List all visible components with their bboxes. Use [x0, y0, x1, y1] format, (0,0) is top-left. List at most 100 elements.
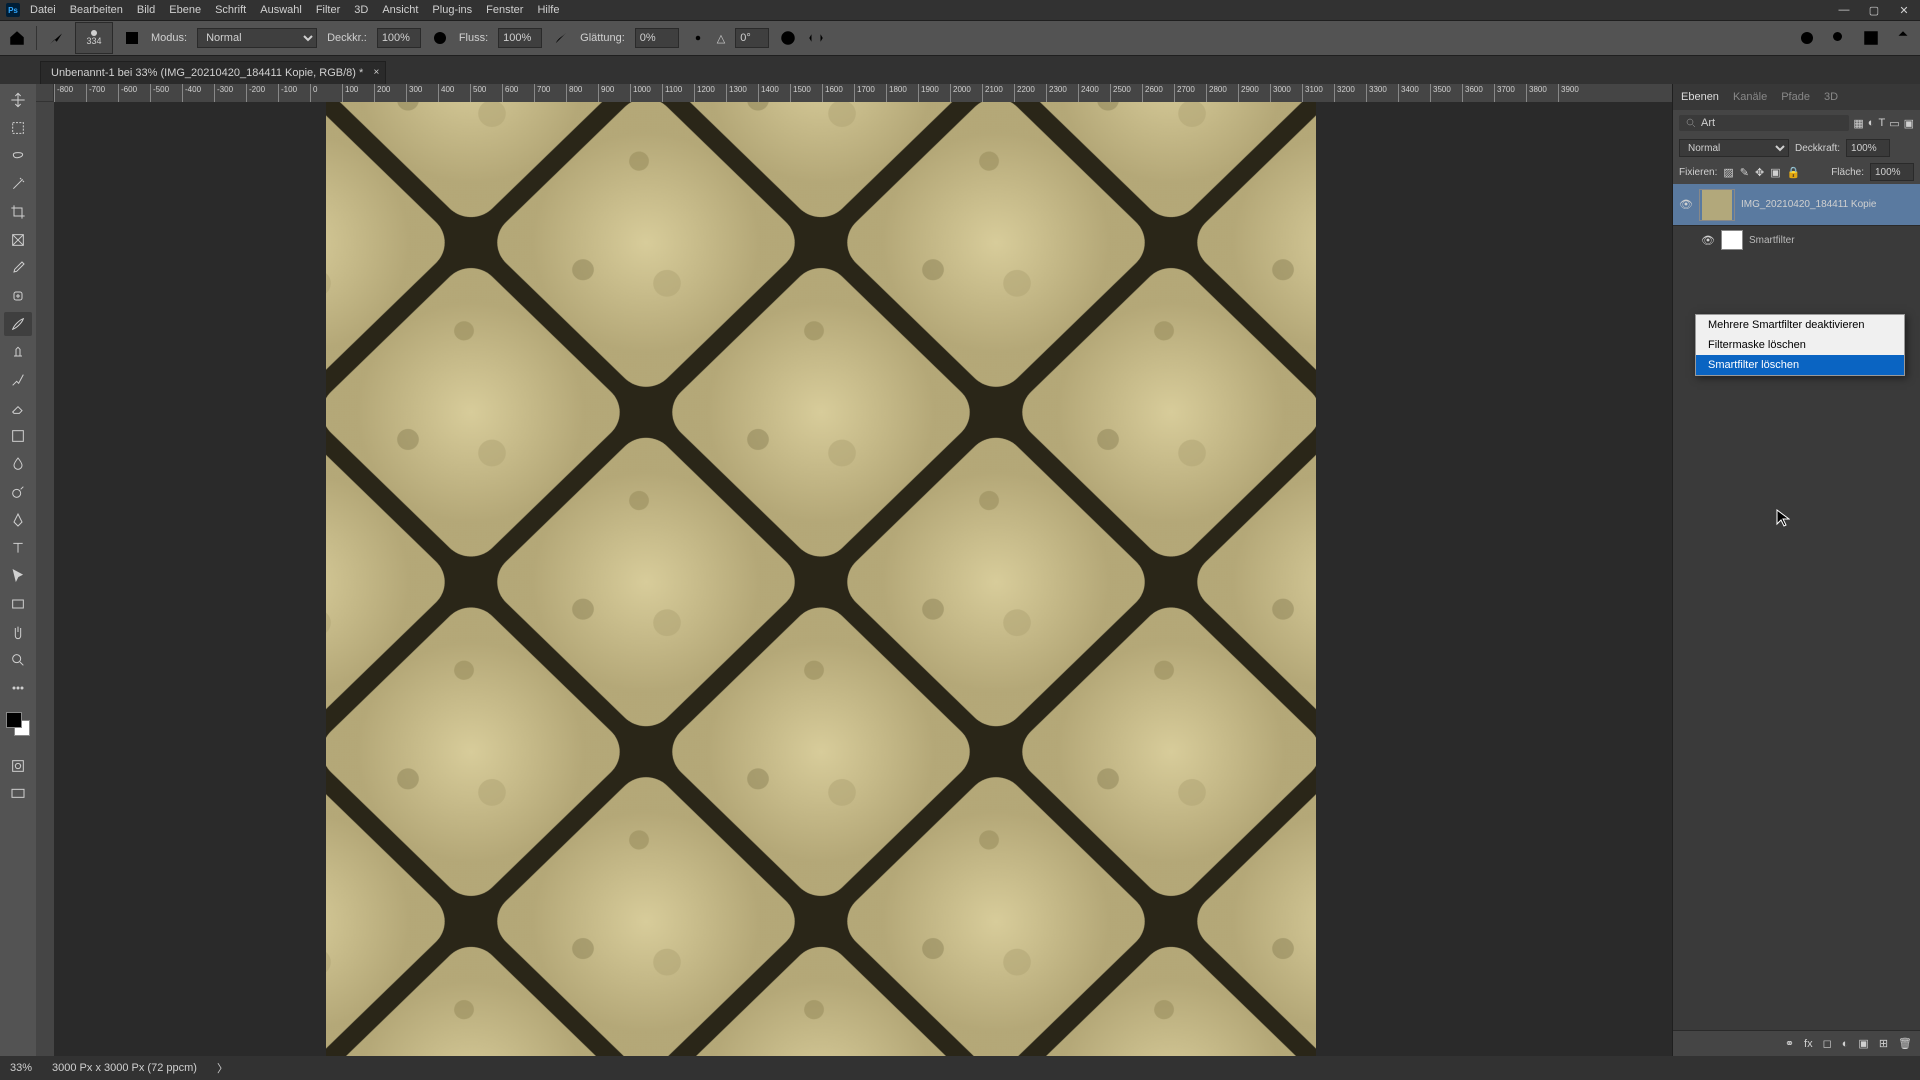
delete-layer-icon[interactable]: 🗑 — [1898, 1037, 1912, 1050]
brush-tool[interactable] — [4, 312, 32, 336]
layer-row[interactable]: 👁 IMG_20210420_184411 Kopie — [1673, 184, 1920, 226]
dodge-tool[interactable] — [4, 480, 32, 504]
filter-smart-icon[interactable]: ▣ — [1904, 117, 1914, 130]
layer-mask-icon[interactable]: ◻ — [1823, 1037, 1832, 1050]
foreground-color-swatch[interactable] — [6, 712, 22, 728]
filter-shape-icon[interactable]: ▭ — [1889, 117, 1899, 130]
blur-tool[interactable] — [4, 452, 32, 476]
adjustment-layer-icon[interactable]: ◐ — [1842, 1038, 1849, 1050]
document-tab[interactable]: Unbenannt-1 bei 33% (IMG_20210420_184411… — [40, 61, 386, 84]
ctx-delete-filtermask[interactable]: Filtermaske löschen — [1696, 335, 1904, 355]
link-layers-icon[interactable]: ⚭ — [1785, 1037, 1794, 1050]
ctx-disable-smartfilters[interactable]: Mehrere Smartfilter deaktivieren — [1696, 315, 1904, 335]
symmetry-icon[interactable] — [807, 29, 825, 47]
new-layer-icon[interactable]: ⊞ — [1879, 1037, 1888, 1050]
menu-auswahl[interactable]: Auswahl — [260, 4, 302, 16]
flow-input[interactable] — [498, 28, 542, 48]
filter-type-icon[interactable]: T — [1878, 117, 1885, 129]
smartfilter-row[interactable]: 👁 Smartfilter — [1673, 226, 1920, 254]
fill-input[interactable] — [1870, 163, 1914, 181]
frame-tool[interactable] — [4, 228, 32, 252]
smoothing-input[interactable] — [635, 28, 679, 48]
vertical-ruler[interactable] — [36, 102, 54, 1056]
cloud-docs-icon[interactable] — [1798, 29, 1816, 47]
minimize-button[interactable]: — — [1834, 4, 1854, 17]
menu-bild[interactable]: Bild — [137, 4, 155, 16]
filter-adjust-icon[interactable]: ◐ — [1868, 117, 1875, 129]
menu-bearbeiten[interactable]: Bearbeiten — [70, 4, 123, 16]
move-tool[interactable] — [4, 88, 32, 112]
layer-blend-mode[interactable]: Normal — [1679, 139, 1789, 157]
magic-wand-tool[interactable] — [4, 172, 32, 196]
crop-tool[interactable] — [4, 200, 32, 224]
marquee-tool[interactable] — [4, 116, 32, 140]
layer-thumbnail[interactable] — [1699, 189, 1735, 221]
hand-tool[interactable] — [4, 620, 32, 644]
menu-hilfe[interactable]: Hilfe — [537, 4, 559, 16]
layer-style-icon[interactable]: fx — [1804, 1038, 1813, 1050]
tab-3d[interactable]: 3D — [1824, 91, 1838, 103]
document-canvas[interactable] — [326, 102, 1316, 1056]
layer-name[interactable]: IMG_20210420_184411 Kopie — [1741, 199, 1876, 210]
tab-pfade[interactable]: Pfade — [1781, 91, 1810, 103]
horizontal-ruler[interactable]: -800-700-600-500-400-300-200-10001002003… — [54, 84, 1672, 102]
blend-mode-select[interactable]: Normal — [197, 28, 317, 48]
menu-ansicht[interactable]: Ansicht — [382, 4, 418, 16]
menu-ebene[interactable]: Ebene — [169, 4, 201, 16]
brush-preset-picker[interactable]: 334 — [75, 22, 113, 54]
search-icon[interactable] — [1830, 29, 1848, 47]
edit-toolbar-icon[interactable] — [4, 676, 32, 700]
share-icon[interactable] — [1894, 29, 1912, 47]
zoom-tool[interactable] — [4, 648, 32, 672]
filter-pixel-icon[interactable]: ▦ — [1853, 117, 1863, 130]
gradient-tool[interactable] — [4, 424, 32, 448]
brush-settings-icon[interactable] — [123, 29, 141, 47]
tab-ebenen[interactable]: Ebenen — [1681, 91, 1719, 103]
screen-mode-icon[interactable] — [4, 782, 32, 806]
healing-brush-tool[interactable] — [4, 284, 32, 308]
close-button[interactable]: ✕ — [1894, 4, 1914, 17]
visibility-toggle-icon[interactable]: 👁 — [1679, 198, 1693, 211]
angle-input[interactable] — [735, 28, 769, 48]
smoothing-options-icon[interactable] — [689, 29, 707, 47]
workspace-icon[interactable] — [1862, 29, 1880, 47]
pressure-size-icon[interactable] — [779, 29, 797, 47]
tab-kanaele[interactable]: Kanäle — [1733, 91, 1767, 103]
lock-artboard-icon[interactable]: ▣ — [1770, 166, 1780, 179]
home-icon[interactable] — [8, 29, 26, 47]
clone-stamp-tool[interactable] — [4, 340, 32, 364]
path-selection-tool[interactable] — [4, 564, 32, 588]
pen-tool[interactable] — [4, 508, 32, 532]
canvas-area[interactable]: -800-700-600-500-400-300-200-10001002003… — [36, 84, 1672, 1056]
maximize-button[interactable]: ▢ — [1864, 4, 1884, 17]
group-layers-icon[interactable]: ▣ — [1858, 1037, 1868, 1050]
close-tab-icon[interactable]: × — [373, 67, 379, 78]
menu-filter[interactable]: Filter — [316, 4, 340, 16]
layer-filter-type[interactable]: Art — [1679, 115, 1849, 131]
quick-mask-icon[interactable] — [4, 754, 32, 778]
rectangle-tool[interactable] — [4, 592, 32, 616]
filter-mask-thumbnail[interactable] — [1721, 230, 1743, 250]
lock-transparency-icon[interactable]: ▨ — [1723, 166, 1733, 179]
ruler-origin[interactable] — [36, 84, 54, 102]
lock-position-icon[interactable]: ✥ — [1755, 166, 1764, 179]
zoom-level[interactable]: 33% — [10, 1062, 32, 1074]
history-brush-tool[interactable] — [4, 368, 32, 392]
lock-pixels-icon[interactable]: ✎ — [1740, 166, 1749, 179]
status-chevron-icon[interactable]: 〉 — [217, 1060, 228, 1076]
lock-all-icon[interactable]: 🔒 — [1787, 166, 1801, 179]
eraser-tool[interactable] — [4, 396, 32, 420]
ctx-delete-smartfilter[interactable]: Smartfilter löschen — [1696, 355, 1904, 375]
tool-preset-icon[interactable] — [47, 29, 65, 47]
lasso-tool[interactable] — [4, 144, 32, 168]
menu-3d[interactable]: 3D — [354, 4, 368, 16]
visibility-toggle-icon[interactable]: 👁 — [1701, 234, 1715, 247]
menu-fenster[interactable]: Fenster — [486, 4, 523, 16]
color-swatches[interactable] — [6, 712, 30, 736]
type-tool[interactable] — [4, 536, 32, 560]
pressure-opacity-icon[interactable] — [431, 29, 449, 47]
document-dimensions[interactable]: 3000 Px x 3000 Px (72 ppcm) — [52, 1062, 197, 1074]
eyedropper-tool[interactable] — [4, 256, 32, 280]
opacity-input[interactable] — [377, 28, 421, 48]
menu-datei[interactable]: Datei — [30, 4, 56, 16]
